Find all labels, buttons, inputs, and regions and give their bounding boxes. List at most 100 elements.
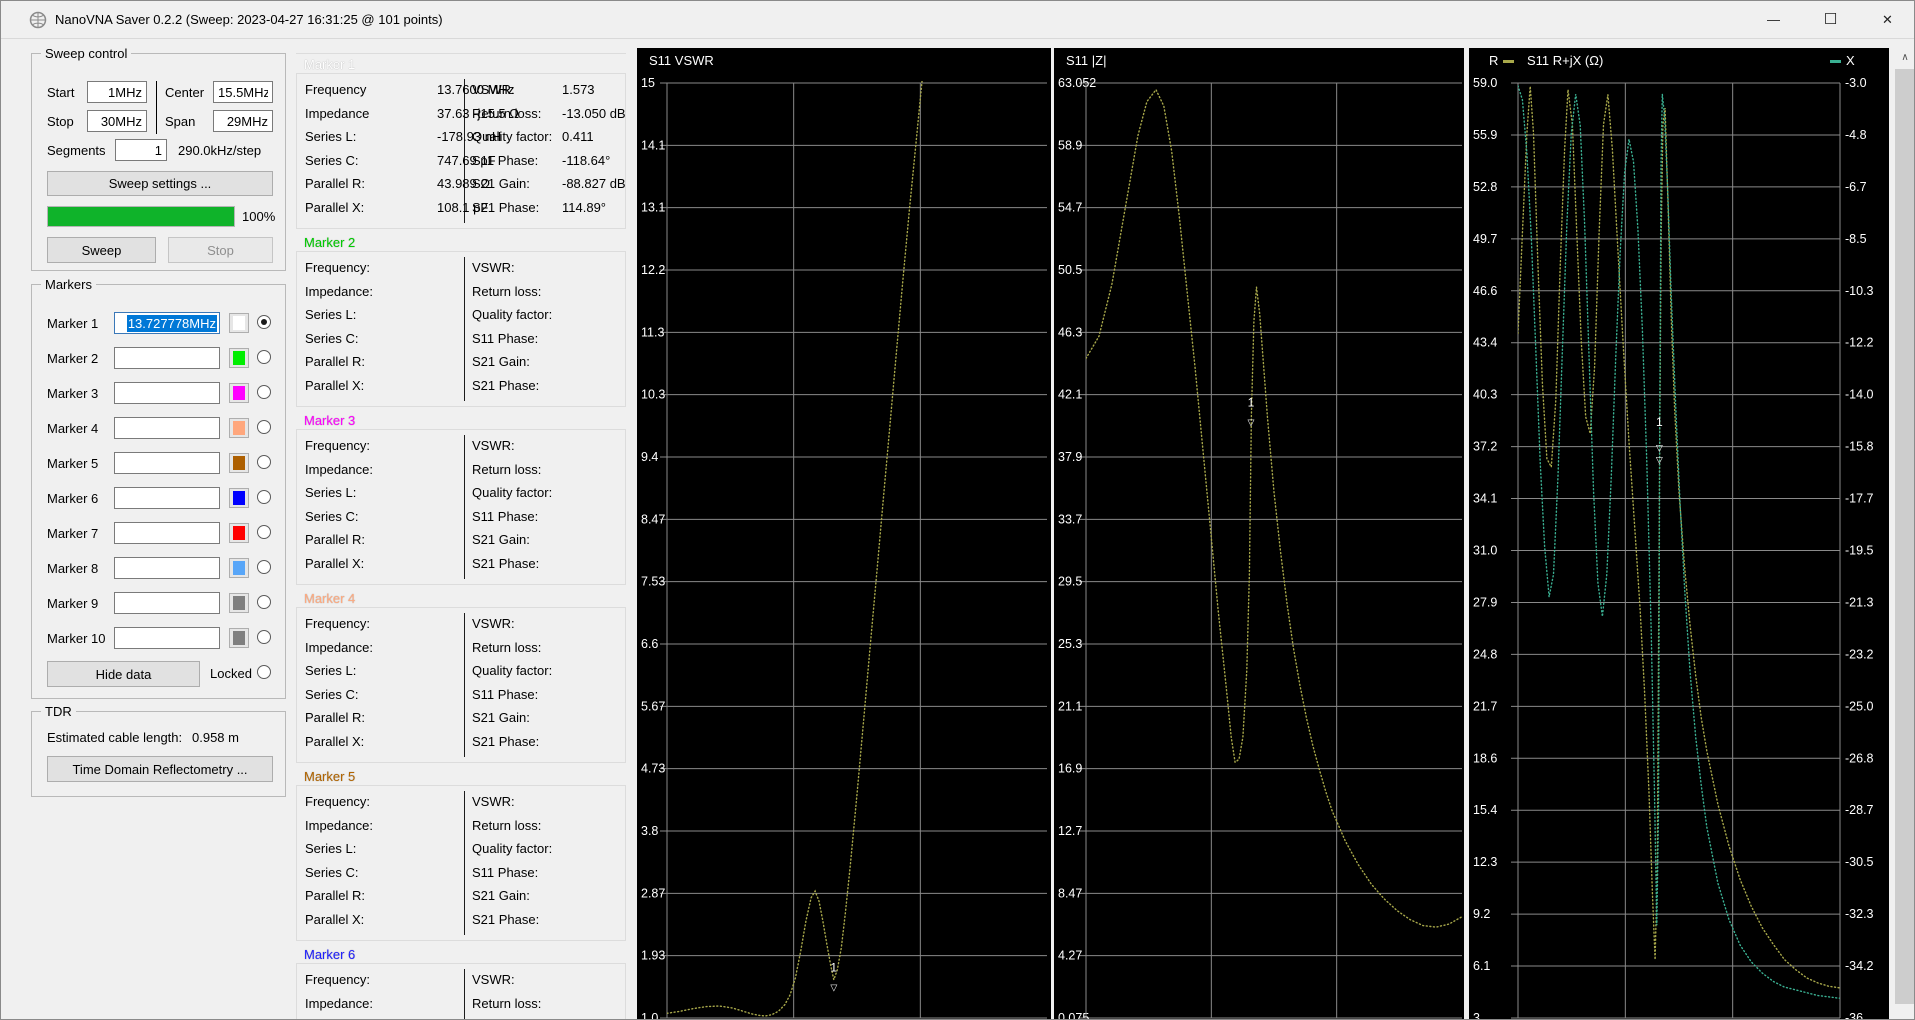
sweep-button[interactable]: Sweep xyxy=(47,237,156,263)
locked-radio[interactable] xyxy=(257,665,271,679)
chart-3[interactable]: R S11 R+jX (Ω) X 59.0 55.9 52.8 49.7 46.6 43.… xyxy=(1469,48,1889,1020)
marker-radio[interactable] xyxy=(257,315,271,329)
axis-tick-label: 59.0 xyxy=(1473,76,1497,90)
marker-field-label: Impedance xyxy=(305,106,370,121)
marker-row: Marker 8 xyxy=(32,557,287,581)
marker-field-value: 1.573 xyxy=(562,82,595,97)
marker-color-swatch[interactable] xyxy=(229,348,249,368)
marker-indicator-number[interactable]: 1 xyxy=(1656,415,1663,429)
sweep-divider xyxy=(156,81,157,134)
close-button[interactable]: ✕ xyxy=(1859,1,1914,39)
axis-tick-label: 25.3 xyxy=(1058,637,1082,651)
marker-freq-input[interactable] xyxy=(114,452,220,474)
marker-field-label: Frequency: xyxy=(305,794,371,809)
marker-row: Marker 5 xyxy=(32,452,287,476)
marker-color-swatch[interactable] xyxy=(229,313,249,333)
charts-scrollbar[interactable]: ∧ xyxy=(1894,48,1914,1019)
marker-indicator-triangle[interactable]: ▽ xyxy=(1248,417,1255,427)
chart-canvas[interactable]: 63.052 58.9 54.7 50.5 46.3 42.1 37.9 33.7 29.5 25… xyxy=(1054,48,1464,1020)
locked-label: Locked xyxy=(210,666,252,681)
marker-radio[interactable] xyxy=(257,490,271,504)
marker-color-swatch[interactable] xyxy=(229,628,249,648)
axis-tick-label: -36 xyxy=(1845,1011,1863,1020)
marker-color-swatch[interactable] xyxy=(229,383,249,403)
marker-color-swatch[interactable] xyxy=(229,453,249,473)
axis-tick-label: -10.3 xyxy=(1845,284,1874,298)
axis-tick-label: 29.5 xyxy=(1058,575,1082,589)
hide-data-button[interactable]: Hide data xyxy=(47,661,200,687)
marker-section-divider xyxy=(464,969,465,1019)
marker-freq-input[interactable] xyxy=(114,557,220,579)
marker-field-label: Series C: xyxy=(305,865,359,880)
axis-tick-label: 4.73 xyxy=(641,762,665,776)
scrollbar-thumb[interactable] xyxy=(1895,69,1914,1004)
marker-color-swatch[interactable] xyxy=(229,593,249,613)
axis-tick-label: 58.9 xyxy=(1058,138,1082,152)
scroll-up-icon[interactable]: ∧ xyxy=(1894,48,1914,68)
axis-tick-label: -12.2 xyxy=(1845,336,1874,350)
marker-indicator-triangle[interactable]: ▽ xyxy=(830,983,837,993)
sweep-control-title: Sweep control xyxy=(41,46,132,61)
start-field[interactable] xyxy=(87,81,147,103)
chart-canvas[interactable]: 15 14.1 13.1 12.2 11.3 10.3 9.4 8.47 7.53 6.6 5.67… xyxy=(637,48,1051,1020)
marker-radio[interactable] xyxy=(257,350,271,364)
marker-freq-input[interactable] xyxy=(114,417,220,439)
span-field[interactable] xyxy=(213,110,273,132)
marker-freq-input[interactable] xyxy=(114,627,220,649)
axis-tick-label: 33.7 xyxy=(1058,512,1082,526)
marker-radio[interactable] xyxy=(257,385,271,399)
minimize-button[interactable]: — xyxy=(1745,1,1802,39)
marker-freq-input[interactable] xyxy=(114,522,220,544)
marker-radio[interactable] xyxy=(257,455,271,469)
axis-tick-label: 4.27 xyxy=(1058,949,1082,963)
tdr-group-title: TDR xyxy=(41,704,76,719)
marker-field-label: S21 Phase: xyxy=(472,912,540,927)
axis-tick-label: 8.47 xyxy=(1058,886,1082,900)
segments-field[interactable] xyxy=(115,139,167,161)
marker-section-box: Frequency: Impedance: Series L: Series C: Pa… xyxy=(296,785,626,941)
tdr-button[interactable]: Time Domain Reflectometry ... xyxy=(47,756,273,782)
marker-radio[interactable] xyxy=(257,420,271,434)
axis-tick-label: 9.2 xyxy=(1473,907,1490,921)
title-bar[interactable]: NanoVNA Saver 0.2.2 (Sweep: 2023-04-27 1… xyxy=(1,1,1914,39)
marker-field-label: Impedance: xyxy=(305,462,373,477)
axis-tick-label: 18.6 xyxy=(1473,751,1497,765)
stop-field[interactable] xyxy=(87,110,147,132)
marker-field-label: Impedance: xyxy=(305,640,373,655)
marker-label: Marker 7 xyxy=(47,526,99,541)
marker-field-label: Quality factor: xyxy=(472,307,553,322)
marker-freq-input[interactable] xyxy=(114,487,220,509)
chart-canvas[interactable]: 59.0 55.9 52.8 49.7 46.6 43.4 40.3 37.2 34.1 31.0… xyxy=(1469,48,1889,1020)
marker-indicator-triangle[interactable]: ▽ xyxy=(1656,443,1663,453)
sweep-settings-button[interactable]: Sweep settings ... xyxy=(47,171,273,196)
marker-color-fill xyxy=(233,631,245,645)
chart-2[interactable]: S11 |Z| 63.052 58.9 54.7 50.5 46.3 42.1 37.9 33… xyxy=(1054,48,1464,1020)
marker-indicator-number[interactable]: 1 xyxy=(830,961,837,975)
marker-field-label: Parallel R: xyxy=(305,888,365,903)
marker-freq-input[interactable] xyxy=(114,382,220,404)
axis-tick-label: 37.2 xyxy=(1473,440,1497,454)
marker-radio[interactable] xyxy=(257,525,271,539)
stop-button[interactable]: Stop xyxy=(168,237,273,263)
marker-radio[interactable] xyxy=(257,560,271,574)
marker-freq-input[interactable] xyxy=(114,592,220,614)
marker-indicator-number[interactable]: 1 xyxy=(1248,395,1255,409)
marker-color-swatch[interactable] xyxy=(229,558,249,578)
marker-field-label: Return loss: xyxy=(472,996,542,1011)
marker-row: Marker 4 xyxy=(32,417,287,441)
center-field[interactable] xyxy=(213,81,273,103)
marker-indicator-triangle[interactable]: ▽ xyxy=(1656,455,1663,465)
app-window: NanoVNA Saver 0.2.2 (Sweep: 2023-04-27 1… xyxy=(0,0,1915,1020)
maximize-button[interactable]: ☐ xyxy=(1802,1,1859,39)
marker-freq-input[interactable] xyxy=(114,347,220,369)
marker-freq-input[interactable]: 13.727778MHz xyxy=(114,312,220,334)
marker-field-label: Frequency: xyxy=(305,616,371,631)
marker-color-swatch[interactable] xyxy=(229,523,249,543)
chart-1[interactable]: S11 VSWR 15 14.1 13.1 12.2 11.3 10.3 9.4 8.47 7.… xyxy=(637,48,1051,1020)
marker-radio[interactable] xyxy=(257,595,271,609)
marker-field-label: S11 Phase: xyxy=(472,865,539,880)
marker-radio[interactable] xyxy=(257,630,271,644)
marker-color-swatch[interactable] xyxy=(229,418,249,438)
marker-color-swatch[interactable] xyxy=(229,488,249,508)
axis-tick-label: -21.3 xyxy=(1845,595,1874,609)
